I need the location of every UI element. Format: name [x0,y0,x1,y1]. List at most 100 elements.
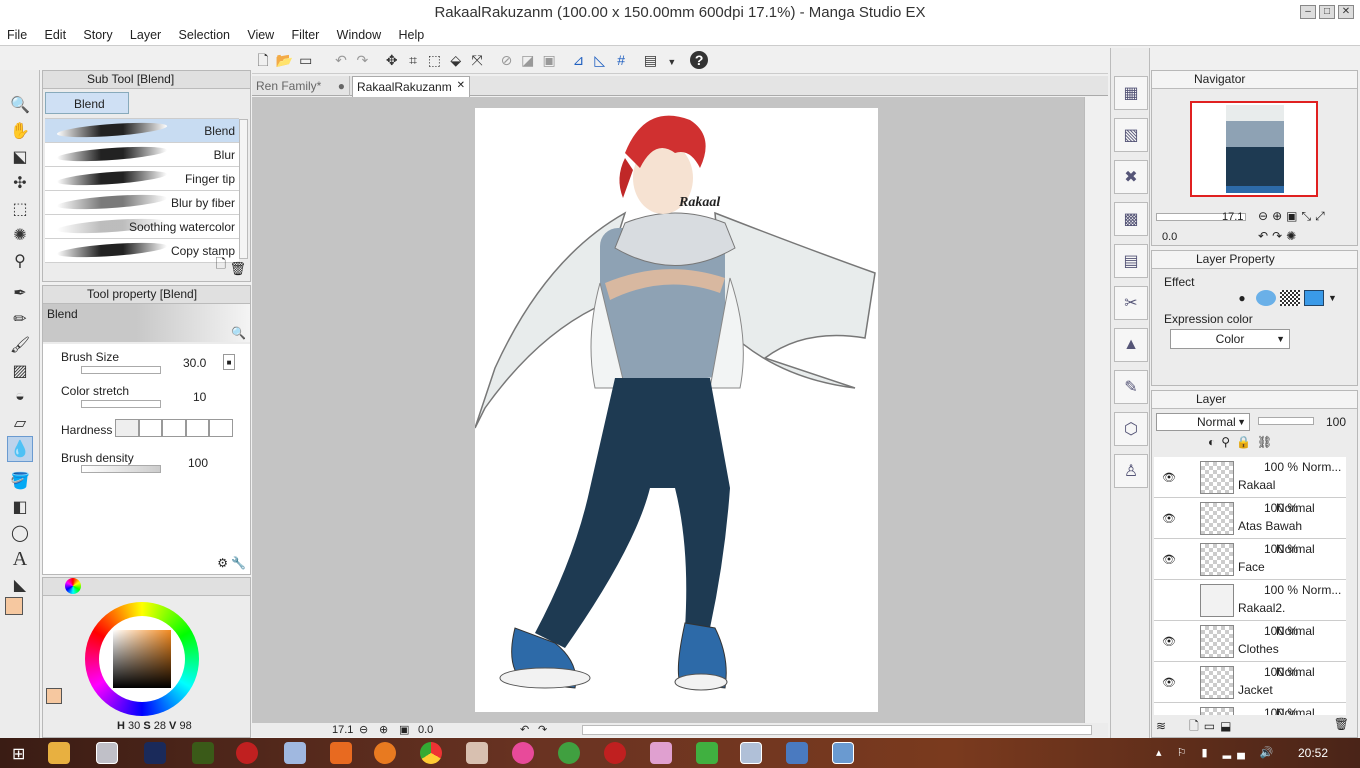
effect-border-icon[interactable]: ● [1232,291,1252,305]
dock-color-icon[interactable]: ▦ [1114,76,1148,110]
chevron-down-icon[interactable]: ▼ [1328,293,1337,303]
current-color-swatch[interactable] [46,688,62,704]
move-tool-icon[interactable]: ✣ [7,170,33,196]
brush-density-slider[interactable] [81,465,161,473]
color-wheel[interactable] [85,602,199,716]
nav-flip-v-icon[interactable]: ⤢ [1315,209,1329,223]
rotate-right-icon[interactable]: ↷ [538,723,547,736]
tab-rakaalrakuzanm[interactable]: RakaalRakuzanm ✕ [352,76,470,97]
close-tab-icon[interactable]: ✕ [457,80,465,91]
layer-opacity-slider[interactable] [1258,417,1314,425]
eye-icon[interactable]: 👁 [1162,676,1176,689]
color-stretch-slider[interactable] [81,400,161,408]
subtool-item-copy-stamp[interactable]: Copy stamp [45,239,239,263]
explorer-icon[interactable] [48,742,70,764]
firefox-icon[interactable] [374,742,396,764]
nav-rotate-right-icon[interactable]: ↷ [1272,229,1286,243]
figure-tool-icon[interactable]: ◯ [7,520,33,546]
saturation-square[interactable] [113,630,171,688]
photo-viewer-icon[interactable] [740,742,762,764]
media-icon[interactable] [236,742,258,764]
horizontal-scrollbar[interactable] [582,725,1092,735]
layer-row-face[interactable]: 👁 100 % Normal Face [1154,539,1346,580]
start-icon[interactable]: ⊞ [12,744,25,764]
new-file-icon[interactable]: 🗋 [254,51,272,69]
new-layer-icon[interactable]: 🗋 [1189,719,1204,733]
effect-color-icon[interactable] [1304,290,1324,306]
menu-file[interactable]: File [0,26,34,45]
blend-tool-icon[interactable]: 💧 [7,436,33,462]
effect-watercolor-icon[interactable] [1256,290,1276,306]
window-app-icon[interactable] [832,742,854,764]
redo-icon[interactable]: ↷ [353,51,371,69]
dreamweaver-icon[interactable] [192,742,214,764]
vertical-scrollbar[interactable] [1084,97,1096,723]
menu-selection[interactable]: Selection [172,26,237,45]
osu-icon[interactable] [512,742,534,764]
photoshop-icon[interactable] [144,742,166,764]
select-icon[interactable]: ⬚ [425,51,443,69]
tool-icon[interactable]: 🔧 [231,556,246,570]
dock-layer-icon[interactable]: ▧ [1114,118,1148,152]
navigator-rotation-value[interactable]: 0.0 [1162,231,1177,243]
app-cube-icon[interactable] [284,742,306,764]
color-stretch-value[interactable]: 10 [193,390,206,404]
layer-row-rakaal[interactable]: 👁 100 % Norm... Rakaal [1154,457,1346,498]
system-tray-icons[interactable]: ▴ ⚐ ▮ ▂▄ 🔊 [1156,746,1280,759]
eye-icon[interactable]: 👁 [1162,553,1176,566]
dock-story-icon[interactable]: ▤ [1114,244,1148,278]
eyedropper-icon[interactable]: ⚲ [7,248,33,274]
settings-icon[interactable]: ⚙ [217,556,228,570]
pencil-tool-icon[interactable]: ✏ [7,306,33,332]
balloon-tool-icon[interactable]: ◣ [7,572,33,598]
layer-row-clothes[interactable]: 👁 100 % Normal Clothes [1154,621,1346,662]
fit-view-icon[interactable]: ▣ [399,723,409,736]
blend-mode-select[interactable]: Normal ▼ [1156,413,1250,431]
subtool-item-finger-tip[interactable]: Finger tip [45,167,239,191]
remote-app-icon[interactable] [786,742,808,764]
clock[interactable]: 20:52 [1298,746,1328,760]
dock-edit-icon[interactable]: ✎ [1114,370,1148,404]
save-icon[interactable]: ▭ [297,51,315,69]
close-button[interactable]: ✕ [1338,5,1354,19]
eraser-icon[interactable]: ▱ [7,410,33,436]
canvas-area[interactable]: Rakaal [252,97,1096,723]
menu-help[interactable]: Help [391,26,431,45]
nav-fit-icon[interactable]: ▣ [1286,209,1301,223]
chrome-icon[interactable] [420,742,442,764]
clip-icon[interactable]: ⛓ [1257,435,1278,449]
menu-layer[interactable]: Layer [123,26,168,45]
layer-row-atas-bawah[interactable]: 👁 100 % Normal Atas Bawah [1154,498,1346,539]
dock-3d-icon[interactable]: ⬡ [1114,412,1148,446]
snap-grid-icon[interactable]: # [612,51,630,69]
zoom-in-icon[interactable]: ⊕ [379,723,388,736]
trash-icon[interactable]: 🗑 [1334,717,1354,731]
main-color-swatch[interactable] [5,597,23,615]
snap-ruler-icon[interactable]: ⊿ [569,51,587,69]
maximize-button[interactable]: □ [1319,5,1335,19]
airbrush-icon[interactable]: ▨ [7,358,33,384]
gradient-tool-icon[interactable]: ◧ [7,494,33,520]
subtool-item-soothing-watercolor[interactable]: Soothing watercolor [45,215,239,239]
fill-tool-icon[interactable]: 🪣 [7,468,33,494]
text-tool-icon[interactable]: A [7,546,33,572]
dock-image-icon[interactable]: ▲ [1114,328,1148,362]
nav-zoom-out-icon[interactable]: ⊖ [1258,209,1272,223]
subtool-group-tab[interactable]: Blend [45,92,129,114]
menu-filter[interactable]: Filter [285,26,327,45]
hand-tool-icon[interactable]: ✋ [7,118,33,144]
dock-figure-icon[interactable]: ♙ [1114,454,1148,488]
gradient-icon[interactable]: ◪ [519,51,537,69]
settings-app-icon[interactable] [604,742,626,764]
3d-app-icon[interactable] [696,742,718,764]
display-mode-icon[interactable]: ▤ [642,51,660,69]
menu-story[interactable]: Story [76,26,119,45]
hardness-selector[interactable] [115,419,233,437]
navigator-preview[interactable] [1190,101,1318,197]
layer-row-partial[interactable]: 100 % Normal [1154,703,1346,715]
zoom-out-icon[interactable]: ⊖ [359,723,368,736]
subtool-scrollbar[interactable] [239,119,248,259]
dock-tone-icon[interactable]: ▩ [1114,202,1148,236]
menu-window[interactable]: Window [330,26,388,45]
chevron-down-icon[interactable]: ▼ [663,53,681,71]
